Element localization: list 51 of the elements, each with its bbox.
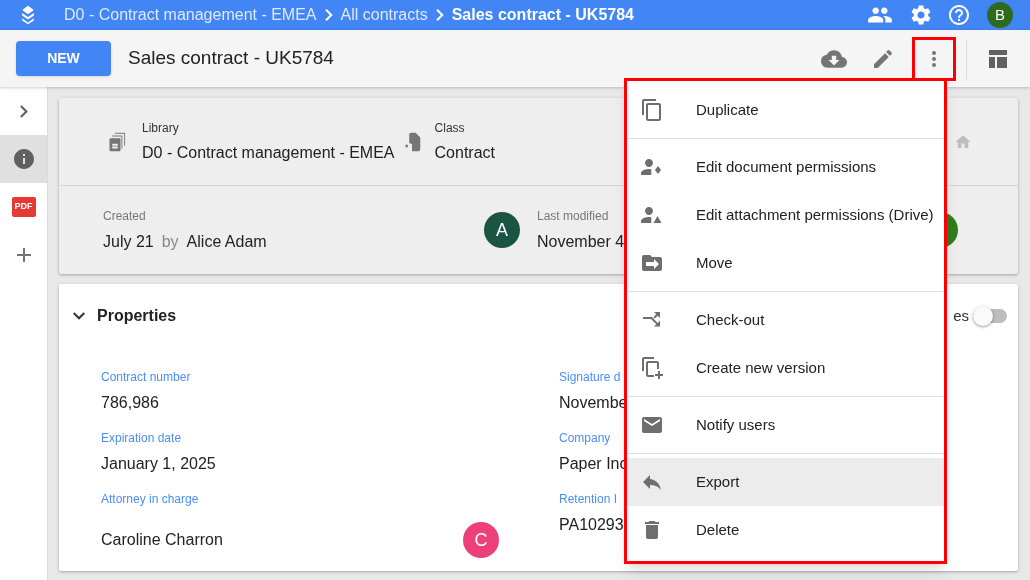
- field-value: November 4: [537, 231, 625, 252]
- menu-item[interactable]: Notify users: [627, 401, 944, 449]
- pdf-icon: PDF: [11, 197, 36, 217]
- field-label: Signature d: [559, 369, 621, 386]
- menu-item[interactable]: Edit attachment permissions (Drive): [627, 191, 944, 239]
- field-label: Class: [434, 119, 466, 137]
- collapse-icon[interactable]: [73, 310, 85, 322]
- by-text: by: [161, 231, 179, 252]
- menu-item[interactable]: Check-out: [627, 296, 944, 344]
- menu-item[interactable]: Duplicate: [627, 86, 944, 134]
- chevron-icon: [73, 312, 85, 320]
- user-avatar[interactable]: B: [987, 2, 1013, 28]
- toggle-label: es: [953, 305, 969, 326]
- breadcrumb-link[interactable]: Sales contract - UK5784: [451, 3, 634, 27]
- field-label: Attorney in charge: [101, 491, 199, 508]
- field-value: PA10293: [559, 515, 624, 535]
- menu-item[interactable]: Edit document permissions: [627, 143, 944, 191]
- menu-item[interactable]: Export: [627, 458, 944, 506]
- field-label: Library: [142, 119, 180, 137]
- field-value: 786,986: [101, 393, 159, 413]
- field-label: Created: [103, 207, 147, 225]
- user-avatar: A: [484, 212, 520, 248]
- chevron-icon: [435, 9, 444, 21]
- sidebar-item[interactable]: [0, 135, 47, 183]
- field-label: Contract number: [101, 369, 191, 386]
- section-title: Properties: [97, 306, 177, 326]
- field-label: Expiration date: [101, 430, 182, 447]
- field-label: Company: [559, 430, 611, 447]
- sidebar-item[interactable]: PDF: [0, 183, 47, 231]
- field-value: Contract: [434, 142, 495, 163]
- chevron-icon: [324, 9, 333, 21]
- field-value: Caroline Charron: [101, 530, 224, 550]
- menu-item[interactable]: Move: [627, 239, 944, 287]
- field-label: Retention I: [559, 491, 618, 508]
- menu-item[interactable]: Delete: [627, 506, 944, 554]
- created-date: July 21: [103, 231, 154, 252]
- author-name: Alice Adam: [186, 231, 267, 252]
- copy-icon: [640, 98, 664, 122]
- toggle-switch[interactable]: [973, 306, 1009, 326]
- chevron-icon: [19, 104, 28, 118]
- field-value: January 1, 2025: [101, 454, 216, 474]
- field-value: D0 - Contract management - EMEA: [142, 142, 395, 163]
- user-avatar: C: [463, 522, 499, 558]
- more-icon: [932, 50, 936, 67]
- info-icon: [11, 147, 36, 171]
- field-label: Last modified: [537, 207, 610, 225]
- field-value: Novembe: [559, 393, 628, 413]
- new-button[interactable]: NEW: [16, 41, 111, 76]
- document-title: Sales contract - UK5784: [128, 46, 334, 71]
- menu-item[interactable]: Create new version: [627, 344, 944, 392]
- copy-plus-icon: [640, 356, 664, 380]
